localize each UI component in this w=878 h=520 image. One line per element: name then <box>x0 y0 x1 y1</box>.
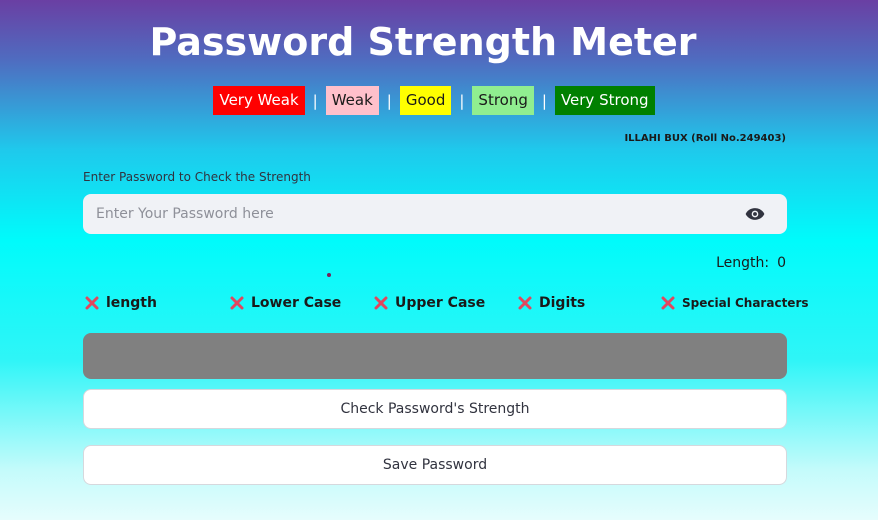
dot-marker <box>327 273 331 277</box>
criterion-length: length <box>84 295 157 311</box>
criterion-label: Upper Case <box>395 295 486 311</box>
legend-good: Good <box>399 86 452 115</box>
save-password-button[interactable]: Save Password <box>83 445 787 485</box>
legend-separator: | <box>459 91 465 110</box>
legend-separator: | <box>312 91 318 110</box>
legend-weak: Weak <box>325 86 379 115</box>
cross-icon <box>518 296 532 310</box>
criterion-label: length <box>106 295 157 311</box>
length-value: 0 <box>777 255 786 271</box>
length-indicator: Length: 0 <box>716 255 786 271</box>
cross-icon <box>85 296 99 310</box>
length-label: Length: <box>716 255 770 271</box>
eye-icon[interactable] <box>745 206 765 222</box>
author-credit: ILLAHI BUX (Roll No.249403) <box>624 133 786 144</box>
page-title: Password Strength Meter <box>149 20 697 64</box>
strength-legend: Very Weak | Weak | Good | Strong | Very … <box>0 86 868 115</box>
criterion-label: Special Characters <box>682 296 809 310</box>
criteria-row: length Lower Case Upper Case Digits Spec… <box>0 295 878 315</box>
criterion-label: Digits <box>539 295 586 311</box>
password-field-label: Enter Password to Check the Strength <box>83 170 311 184</box>
password-input-container <box>83 194 787 234</box>
criterion-lower-case: Lower Case <box>229 295 341 311</box>
password-input[interactable] <box>83 194 723 234</box>
cross-icon <box>374 296 388 310</box>
criterion-upper-case: Upper Case <box>373 295 485 311</box>
legend-separator: | <box>386 91 392 110</box>
legend-separator: | <box>541 91 547 110</box>
criterion-special-characters: Special Characters <box>660 295 809 311</box>
legend-very-strong: Very Strong <box>554 86 655 115</box>
cross-icon <box>230 296 244 310</box>
legend-strong: Strong <box>472 86 534 115</box>
cross-icon <box>661 296 675 310</box>
strength-bar <box>83 333 787 379</box>
check-strength-button[interactable]: Check Password's Strength <box>83 389 787 429</box>
criterion-label: Lower Case <box>251 295 342 311</box>
criterion-digits: Digits <box>517 295 585 311</box>
legend-very-weak: Very Weak <box>213 86 305 115</box>
